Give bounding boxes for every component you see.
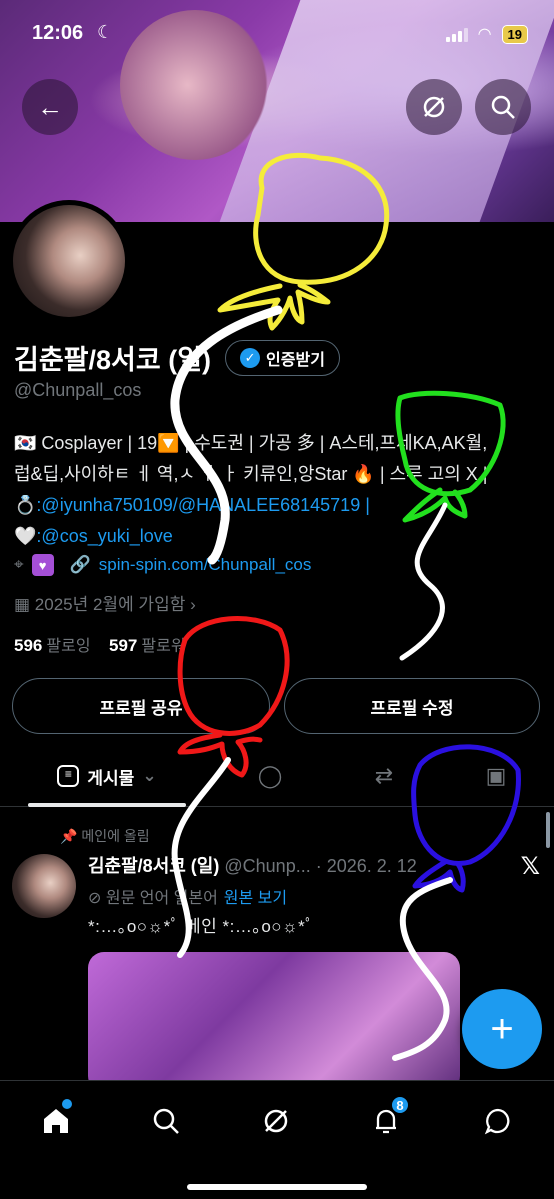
- post-header: 김춘팔/8서코 (일) @Chunp... · 2026. 2. 12: [88, 852, 417, 878]
- compose-post-button[interactable]: +: [462, 989, 542, 1069]
- back-button[interactable]: ←: [22, 79, 78, 135]
- nav-notifications[interactable]: 8: [366, 1095, 410, 1141]
- tab-posts-label: 게시물: [87, 768, 135, 788]
- yellow-balloon-knot: [217, 282, 331, 331]
- join-date[interactable]: ▦ 2025년 2월에 가입함 ›: [14, 590, 196, 615]
- post-media-image[interactable]: [88, 952, 460, 1092]
- chat-bubble-icon: [484, 1108, 510, 1135]
- profile-avatar[interactable]: [8, 200, 130, 322]
- following-count: 596: [14, 636, 43, 655]
- followers-link[interactable]: 597 팔로워: [109, 636, 186, 655]
- tab-replies[interactable]: ◯: [240, 745, 300, 807]
- chevron-right-icon: ›: [190, 595, 196, 614]
- bio-mention-link[interactable]: :@iyunha750109/: [36, 495, 177, 515]
- notifications-badge: 8: [390, 1095, 410, 1115]
- post-avatar[interactable]: [12, 854, 76, 918]
- website-link[interactable]: spin-spin.com/Chunpall_cos: [99, 555, 312, 575]
- pinned-indicator: 📌 메인에 올림: [60, 826, 150, 846]
- followers-count: 597: [109, 636, 138, 655]
- home-icon: [44, 1109, 68, 1133]
- chevron-down-icon: ⌄: [142, 766, 157, 785]
- profile-name: 김춘팔/8서코 (일): [14, 345, 212, 375]
- profile-tabs: ≡ 게시물 ⌄ ◯ ⇄ ▣: [0, 745, 554, 807]
- scrollbar[interactable]: [546, 812, 550, 848]
- reply-bubble-icon: ◯: [257, 763, 283, 788]
- get-verified-label: 인증받기: [266, 351, 325, 369]
- nav-search[interactable]: [146, 1101, 186, 1141]
- following-link[interactable]: 596 팔로잉: [14, 636, 91, 655]
- home-indicator: [187, 1184, 367, 1190]
- battery-level: 19: [501, 24, 528, 44]
- search-icon: [491, 95, 515, 119]
- translate-icon: ⊘: [88, 890, 102, 907]
- grok-button[interactable]: [406, 79, 462, 135]
- search-button[interactable]: [475, 79, 531, 135]
- pinned-label: 메인에 올림: [81, 828, 150, 844]
- bio-line: 🇰🇷 Cosplayer | 19🔽 | 수도권 | 가공 多 | A스테,프세…: [14, 433, 488, 453]
- nav-messages[interactable]: [478, 1101, 518, 1141]
- video-icon: ▣: [485, 763, 507, 788]
- post-date: · 2026. 2. 12: [315, 856, 417, 876]
- translation-text: 원문 언어 일본어: [105, 890, 218, 907]
- tab-reposts[interactable]: ⇄: [354, 745, 414, 807]
- active-tab-indicator: [28, 803, 186, 807]
- post-author-handle: @Chunp...: [224, 856, 311, 876]
- share-profile-button[interactable]: 프로필 공유: [12, 678, 270, 734]
- post-text: *:…｡o○☼*ﾟ 메인 *:…｡o○☼*ﾟ: [88, 917, 315, 936]
- nav-home[interactable]: [36, 1099, 76, 1141]
- show-original-link[interactable]: 원본 보기: [224, 890, 287, 907]
- translation-note: ⊘ 원문 언어 일본어 원본 보기: [88, 884, 287, 908]
- followers-label: 팔로워: [141, 638, 186, 655]
- tab-posts[interactable]: ≡ 게시물 ⌄: [28, 745, 186, 807]
- status-bar: 12:06 ☾ ◠ 19: [0, 0, 554, 70]
- get-verified-button[interactable]: ✓ 인증받기: [225, 339, 340, 376]
- location-heart-icon: ♥: [31, 554, 54, 576]
- x-logo-icon: 𝕏: [520, 853, 540, 880]
- focus-moon-icon: ☾: [97, 22, 114, 42]
- posts-tab-icon: ≡: [57, 765, 80, 787]
- link-icon: 🔗: [69, 555, 91, 574]
- post-author-name[interactable]: 김춘팔/8서코 (일): [88, 856, 219, 876]
- arrow-left-icon: ←: [37, 91, 63, 122]
- nav-grok[interactable]: [256, 1101, 296, 1141]
- heart-emoji: 🤍: [14, 526, 37, 546]
- profile-handle: @Chunpall_cos: [14, 380, 142, 400]
- status-time: 12:06: [32, 22, 84, 44]
- bio-mention-link[interactable]: :@cos_yuki_love: [36, 526, 172, 546]
- join-date-text: 2025년 2월에 가입함: [34, 595, 186, 614]
- bottom-navigation: 8: [0, 1080, 554, 1199]
- bio-line: 럽&딥,사이하ㅌ ㅔ 역,ㅅ ㅔ ㅏ 키류인,앙Star 🔥 | 스루 고의 X…: [14, 464, 488, 484]
- verified-check-icon: ✓: [240, 347, 261, 368]
- calendar-icon: ▦: [14, 595, 31, 614]
- grok-icon: [264, 1109, 288, 1133]
- home-unread-dot: [62, 1099, 72, 1109]
- ring-emoji: 💍: [14, 495, 37, 515]
- location-pin-icon: ⌖: [14, 555, 24, 574]
- edit-profile-button[interactable]: 프로필 수정: [284, 678, 540, 734]
- wifi-icon: ◠: [477, 26, 492, 43]
- blue-balloon-knot: [412, 859, 466, 893]
- profile-bio: 🇰🇷 Cosplayer | 19🔽 | 수도권 | 가공 多 | A스테,프세…: [14, 428, 544, 552]
- grok-icon: [423, 96, 445, 118]
- cellular-signal-icon: [445, 26, 468, 42]
- bio-mention-link[interactable]: @HANALEE68145719 |: [178, 495, 370, 515]
- repost-icon: ⇄: [374, 763, 394, 788]
- plus-icon: +: [490, 1006, 514, 1051]
- search-icon: [153, 1108, 179, 1134]
- following-label: 팔로잉: [46, 638, 91, 655]
- tab-media[interactable]: ▣: [466, 745, 526, 807]
- pin-icon: 📌: [60, 828, 78, 844]
